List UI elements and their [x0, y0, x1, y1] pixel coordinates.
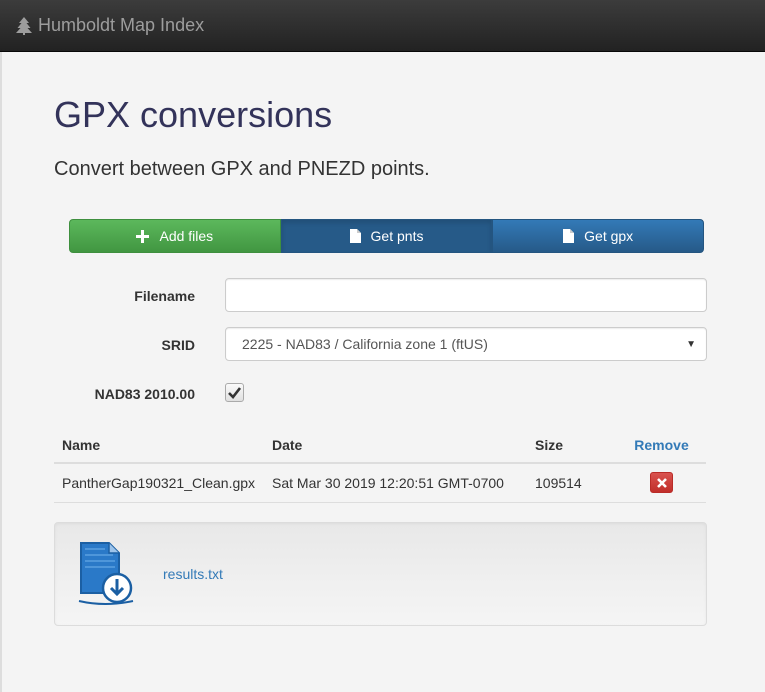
page-title: GPX conversions — [54, 94, 333, 135]
results-file-link[interactable]: results.txt — [163, 566, 223, 582]
srid-select[interactable]: 2225 - NAD83 / California zone 1 (ftUS) … — [225, 327, 707, 361]
filename-input[interactable] — [225, 278, 707, 312]
file-date-cell: Sat Mar 30 2019 12:20:51 GMT-0700 — [264, 463, 527, 503]
nad83-checkbox[interactable] — [225, 383, 244, 402]
get-gpx-label: Get gpx — [584, 228, 634, 244]
filename-label: Filename — [134, 288, 195, 304]
content-border — [0, 52, 2, 692]
file-icon — [563, 229, 575, 243]
checkmark-icon — [228, 386, 241, 399]
column-header-date: Date — [264, 428, 527, 464]
nad83-label: NAD83 2010.00 — [94, 386, 195, 402]
get-pnts-label: Get pnts — [370, 228, 424, 244]
remove-file-button[interactable] — [650, 472, 673, 494]
plus-icon — [136, 229, 150, 243]
file-download-icon[interactable] — [75, 541, 137, 607]
add-files-label: Add files — [159, 228, 214, 244]
column-header-remove: Remove — [617, 428, 706, 464]
file-name-cell: PantherGap190321_Clean.gpx — [54, 463, 264, 503]
table-header-row: Name Date Size Remove — [54, 428, 706, 464]
srid-label: SRID — [161, 337, 195, 353]
tree-icon — [16, 16, 32, 35]
file-size-cell: 109514 — [527, 463, 617, 503]
srid-value: 2225 - NAD83 / California zone 1 (ftUS) — [242, 336, 488, 352]
page-lead: Convert between GPX and PNEZD points. — [54, 158, 430, 180]
brand-link[interactable]: Humboldt Map Index — [16, 15, 204, 36]
add-files-button[interactable]: Add files — [69, 219, 281, 253]
column-header-size: Size — [527, 428, 617, 464]
file-icon — [349, 229, 361, 243]
files-table: Name Date Size Remove PantherGap190321_C… — [54, 428, 706, 503]
navbar: Humboldt Map Index — [0, 0, 765, 52]
toolbar: Add files Get pnts Get gpx — [69, 219, 705, 253]
close-icon — [656, 477, 667, 488]
table-row: PantherGap190321_Clean.gpx Sat Mar 30 20… — [54, 463, 706, 503]
remove-cell — [617, 463, 706, 503]
brand-label: Humboldt Map Index — [38, 15, 205, 35]
get-gpx-button[interactable]: Get gpx — [492, 219, 705, 253]
chevron-down-icon: ▼ — [686, 338, 696, 350]
column-header-name: Name — [54, 428, 264, 464]
results-panel: results.txt — [54, 522, 707, 626]
get-pnts-button[interactable]: Get pnts — [280, 219, 493, 253]
